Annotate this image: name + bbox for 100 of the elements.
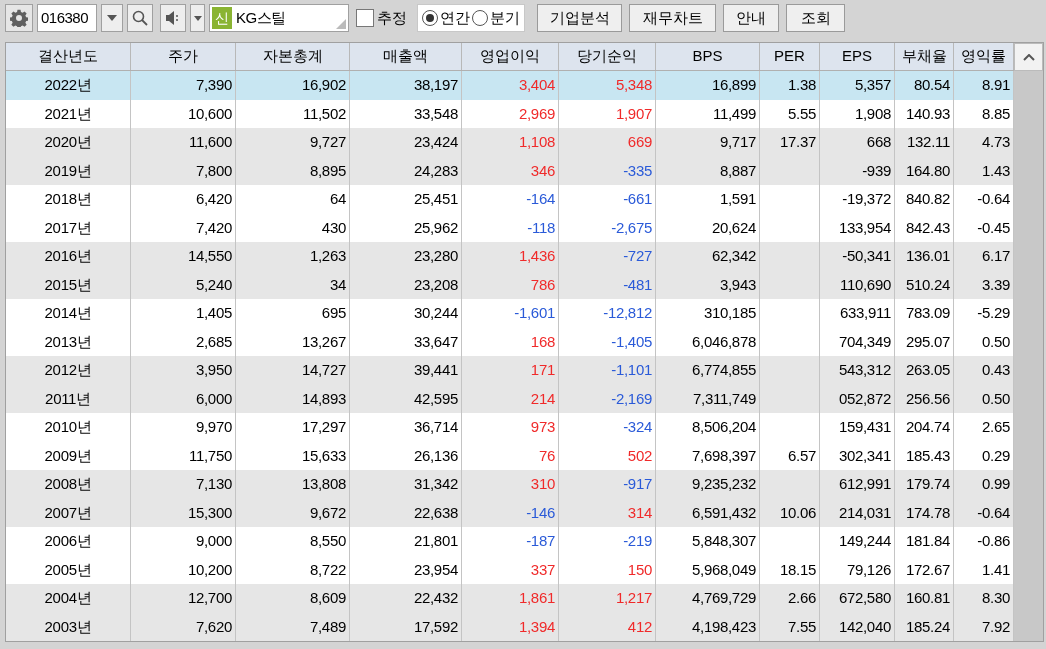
table-cell-text: 7,800	[195, 160, 232, 181]
company-field[interactable]: 신 KG스틸	[209, 4, 349, 32]
search-button[interactable]	[127, 4, 153, 32]
dropdown-button[interactable]	[101, 4, 123, 32]
table-cell-text: 5,348	[615, 75, 652, 95]
table-cell-text: -187	[526, 531, 555, 551]
settings-button[interactable]	[5, 4, 33, 32]
radio-label: 연간	[440, 7, 470, 28]
column-header[interactable]: 당기순익	[559, 43, 656, 70]
table-row[interactable]: 2004년 12,700 8,609 22,432 1,861 1,217 4,769,729 2.66 672,580 160.81 8.30	[6, 584, 1014, 613]
table-cell-text: 9,727	[309, 132, 346, 152]
table-cell-text: 23,208	[413, 274, 458, 295]
table-cell-text: 669	[627, 132, 652, 152]
table-cell-text: 11,750	[189, 445, 232, 466]
table-cell-text: 0.50	[982, 331, 1010, 352]
table-cell-text: 0.43	[982, 360, 1010, 380]
scroll-up-button[interactable]	[1014, 43, 1043, 71]
table-cell-text: 0.29	[982, 445, 1010, 466]
table-cell-text: 2020년	[44, 132, 92, 152]
radio-button[interactable]	[422, 10, 438, 26]
table-cell-text: 6,000	[195, 388, 232, 409]
table-cell-text: 5.55	[788, 103, 816, 124]
toolbar-button[interactable]: 조회	[786, 4, 845, 32]
new-listing-badge: 신	[212, 7, 232, 29]
toolbar-button[interactable]: 안내	[723, 4, 779, 32]
table-cell-text: 8.91	[982, 75, 1010, 95]
table-cell-text: 11,499	[713, 103, 756, 124]
table-cell-text: 295.07	[905, 331, 950, 352]
settings-icon	[10, 9, 28, 27]
table-row[interactable]: 2019년 7,800 8,895 24,283 346 -335 8,887 -939 164.80 1.43	[6, 156, 1014, 185]
column-header[interactable]: 매출액	[350, 43, 462, 70]
estimate-checkbox[interactable]	[356, 9, 374, 27]
column-header[interactable]: EPS	[820, 43, 895, 70]
table-cell-text: 2003년	[44, 616, 92, 637]
table-cell-text: 12,700	[187, 588, 232, 608]
table-cell-text: 110,690	[840, 274, 891, 295]
table-cell-text: 10.06	[779, 502, 816, 523]
table-cell-text: 79,126	[846, 559, 891, 580]
scrollbar[interactable]	[1014, 43, 1043, 641]
table-cell-text: 185.43	[905, 445, 950, 466]
table-cell-text: 33,548	[413, 103, 458, 124]
table-row[interactable]: 2008년 7,130 13,808 31,342 310 -917 9,235,232 612,991 179.74 0.99	[6, 470, 1014, 499]
column-header[interactable]: BPS	[656, 43, 760, 70]
table-row[interactable]: 2022년 7,390 16,902 38,197 3,404 5,348 16,899 1.38 5,357 80.54 8.91	[6, 71, 1014, 100]
table-cell-text: 1.38	[788, 75, 816, 95]
table-cell-text: 256.56	[905, 388, 950, 409]
column-header[interactable]: PER	[760, 43, 820, 70]
table-cell-text: -219	[623, 531, 652, 551]
table-cell-text: 786	[530, 274, 555, 295]
table-cell-text: 20,624	[711, 217, 756, 238]
radio-button[interactable]	[472, 10, 488, 26]
table-cell-text: 4,769,729	[691, 588, 756, 608]
table-cell-text: 149,244	[838, 531, 891, 551]
table-cell-text: 2018년	[44, 189, 92, 209]
table-cell-text: 672,580	[838, 588, 891, 608]
toolbar-button[interactable]: 기업분석	[537, 4, 622, 32]
column-header[interactable]: 영업이익	[462, 43, 559, 70]
table-cell-text: 2012년	[44, 360, 92, 380]
table-cell-text: 3.39	[982, 274, 1010, 295]
table-cell-text: -118	[527, 217, 555, 238]
table-row[interactable]: 2007년 15,300 9,672 22,638 -146 314 6,591,432 10.06 214,031 174.78 -0.64	[6, 498, 1014, 527]
table-cell-text: 6.17	[982, 246, 1010, 266]
table-cell-text: 132.11	[907, 132, 950, 152]
table-cell-text: 2021년	[44, 103, 92, 124]
table-row[interactable]: 2020년 11,600 9,727 23,424 1,108 669 9,717 17.37 668 132.11 4.73	[6, 128, 1014, 157]
table-cell-text: 8,887	[719, 160, 756, 181]
speaker-button[interactable]	[160, 4, 186, 32]
table-row[interactable]: 2003년 7,620 7,489 17,592 1,394 412 4,198,423 7.55 142,040 185.24 7.92	[6, 612, 1014, 641]
table-row[interactable]: 2016년 14,550 1,263 23,280 1,436 -727 62,342 -50,341 136.01 6.17	[6, 242, 1014, 271]
caret-down-icon	[193, 15, 202, 21]
dropdown-button[interactable]	[190, 4, 205, 32]
table-cell-text: 13,808	[301, 474, 346, 494]
table-cell-text: -324	[623, 417, 652, 437]
table-cell-text: -0.64	[977, 189, 1010, 209]
column-header[interactable]: 결산년도	[6, 43, 131, 70]
table-cell-text: 171	[530, 360, 555, 380]
table-cell-text: -50,341	[842, 246, 891, 266]
table-cell-text: 840.82	[905, 189, 950, 209]
table-cell-text: -12,812	[603, 303, 652, 323]
table-cell-text: 0.50	[982, 388, 1010, 409]
column-header[interactable]: 자본총계	[236, 43, 350, 70]
table-row[interactable]: 2012년 3,950 14,727 39,441 171 -1,101 6,774,855 543,312 263.05 0.43	[6, 356, 1014, 385]
table-cell-text: 136.01	[905, 246, 950, 266]
table-cell-text: 4.73	[982, 132, 1010, 152]
toolbar-button[interactable]: 재무차트	[629, 4, 716, 32]
column-header[interactable]: 주가	[131, 43, 236, 70]
stock-code-field[interactable]: 016380	[37, 4, 97, 32]
table-cell-text: -2,169	[611, 388, 652, 409]
table-cell-text: 36,714	[413, 417, 458, 437]
table-cell-text: 24,283	[413, 160, 458, 181]
table-cell-text: 2017년	[44, 217, 92, 238]
table-cell-text: 3,943	[719, 274, 756, 295]
column-header[interactable]: 부채율	[895, 43, 954, 70]
table-cell-text: 2006년	[44, 531, 92, 551]
table-row[interactable]: 2015년 5,240 34 23,208 786 -481 3,943 110,690 510.24 3.39	[6, 270, 1014, 299]
table-cell-text: 62,342	[711, 246, 756, 266]
table-cell-text: 6,046,878	[691, 331, 756, 352]
table-cell-text: 7,130	[195, 474, 232, 494]
table-row[interactable]: 2011년 6,000 14,893 42,595 214 -2,169 7,311,749 052,872 256.56 0.50	[6, 384, 1014, 413]
table-cell-text: 14,727	[301, 360, 346, 380]
